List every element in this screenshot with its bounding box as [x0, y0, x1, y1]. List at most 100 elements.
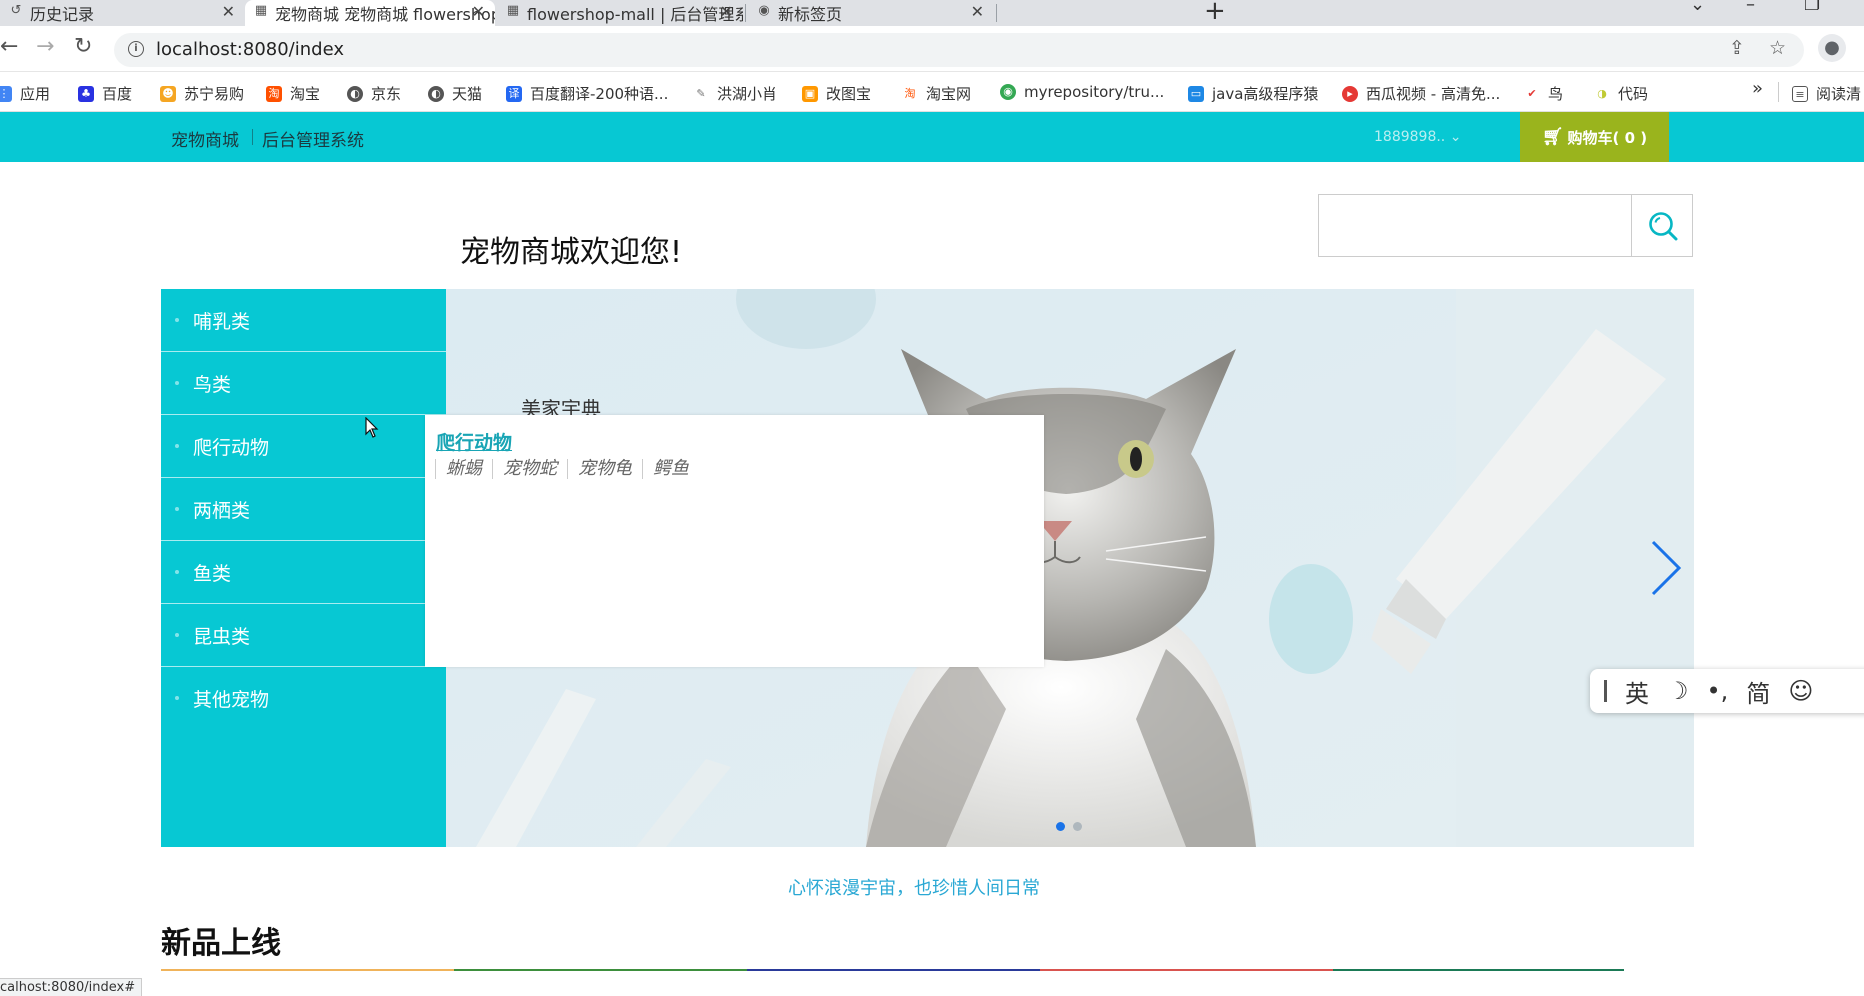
bookmark-label: 百度翻译-200种语... [530, 85, 669, 103]
bookmark-baidu-translate[interactable]: 译百度翻译-200种语... [506, 83, 668, 104]
history-icon: ↺ [10, 3, 22, 18]
reload-icon[interactable]: ↻ [74, 34, 92, 59]
bookmark-honghu[interactable]: ✎ 洪湖小肖 [693, 83, 777, 104]
section-divider-green [454, 969, 747, 971]
bookmark-label: java高级程序猿 [1212, 85, 1319, 103]
bookmark-baidu[interactable]: ♣ 百度 [78, 83, 132, 104]
bookmark-reading-list[interactable]: ≡ 阅读清 [1792, 83, 1861, 104]
bookmark-suning[interactable]: ☻ 苏宁易购 [160, 83, 244, 104]
category-item-amphibians[interactable]: 两栖类 [161, 478, 446, 541]
bookmark-label: 百度 [102, 85, 133, 103]
browser-status-bar: calhost:8080/index# [0, 978, 143, 996]
bookmark-label: myrepository/tru... [1024, 83, 1165, 101]
carousel-indicators [1056, 822, 1082, 831]
close-tab-icon[interactable]: ✕ [472, 2, 485, 21]
welcome-heading: 宠物商城欢迎您! [460, 235, 683, 270]
minimize-icon[interactable]: – [1746, 0, 1755, 15]
category-item-other[interactable]: 其他宠物 [161, 667, 446, 730]
cart-button[interactable]: 🛒︎ 购物车( 0 ) [1520, 112, 1669, 162]
bookmark-taobao-net[interactable]: 淘淘宝网 [902, 83, 971, 104]
bookmark-label: 代码 [1618, 85, 1649, 103]
forward-arrow-icon[interactable]: → [36, 34, 54, 59]
bullet-dot [175, 633, 179, 637]
back-arrow-icon[interactable]: ← [0, 34, 18, 59]
tab-search-icon[interactable]: ⌄ [1690, 0, 1705, 15]
category-item-reptiles[interactable]: 爬行动物 [161, 415, 446, 478]
section-divider-orange [161, 969, 454, 971]
ime-drag-handle[interactable] [1604, 680, 1607, 702]
site-info-icon[interactable]: i [128, 41, 144, 57]
tab-title: flowershop-mall | 后台管理系统 [527, 5, 743, 24]
subcategory-link[interactable]: 鳄鱼 [642, 459, 699, 479]
category-item-insects[interactable]: 昆虫类 [161, 604, 446, 667]
bookmark-star-icon[interactable]: ☆ [1769, 37, 1786, 59]
site-favicon-icon: ▦ [254, 3, 268, 18]
profile-avatar-icon[interactable]: ● [1818, 34, 1846, 62]
close-tab-icon[interactable]: ✕ [971, 2, 984, 21]
bird-icon: ✔ [1524, 85, 1540, 102]
bookmark-xigua[interactable]: ▸ 西瓜视频 - 高清免... [1342, 83, 1500, 104]
subcategory-link[interactable]: 宠物龟 [567, 459, 642, 479]
tab-pet-mall[interactable]: ▦ 宠物商城 宠物商城 flowershop ✕ [245, 0, 495, 26]
category-label: 昆虫类 [193, 626, 251, 648]
leaf-icon: ◑ [1594, 85, 1610, 102]
bookmark-code[interactable]: ◑ 代码 [1594, 83, 1648, 104]
section-title-new-arrivals: 新品上线 [161, 926, 281, 961]
bookmark-gaitubao[interactable]: ▣ 改图宝 [802, 83, 871, 104]
restore-icon[interactable]: ❐ [1804, 0, 1820, 15]
nav-link-pet-mall[interactable]: 宠物商城 [171, 126, 239, 151]
bookmark-java[interactable]: ▭ java高级程序猿 [1188, 83, 1318, 104]
ime-moon-icon[interactable]: ☽ [1667, 677, 1689, 705]
tab-history[interactable]: ↺ 历史记录 ✕ [0, 0, 245, 26]
search-input[interactable] [1319, 195, 1631, 256]
reading-list-icon: ≡ [1792, 85, 1808, 102]
bookmark-label: 京东 [371, 85, 402, 103]
subcategory-link[interactable]: 宠物蛇 [492, 459, 567, 479]
subcategory-link[interactable]: 蜥蜴 [435, 459, 492, 479]
ime-punctuation-icon[interactable]: •, [1707, 677, 1729, 705]
bookmark-bird[interactable]: ✔ 鸟 [1524, 83, 1563, 104]
share-icon[interactable]: ⇪ [1729, 37, 1745, 59]
category-flyout-panel: 爬行动物 蜥蜴 宠物蛇 宠物龟 鳄鱼 [425, 415, 1044, 667]
tab-divider [996, 4, 997, 22]
carousel-next-arrow-icon[interactable] [1649, 539, 1683, 597]
close-tab-icon[interactable]: ✕ [720, 2, 733, 21]
tab-new-tab[interactable]: ◉ 新标签页 ✕ [748, 0, 994, 26]
user-phone: 1889898.. [1374, 129, 1446, 145]
category-label: 爬行动物 [193, 437, 270, 459]
bookmark-label: 淘宝 [290, 85, 321, 103]
bookmark-myrepository[interactable]: ◉ myrepository/tru... [1000, 83, 1164, 101]
ime-simplified-toggle[interactable]: 简 [1746, 674, 1770, 709]
flyout-title-link[interactable]: 爬行动物 [436, 428, 512, 455]
search-button[interactable] [1631, 195, 1693, 256]
translate-icon: 译 [506, 85, 522, 102]
carousel-dot[interactable] [1073, 822, 1082, 831]
category-item-fish[interactable]: 鱼类 [161, 541, 446, 604]
ime-emoji-icon[interactable]: ☺ [1788, 677, 1813, 705]
category-item-mammals[interactable]: 哺乳类 [161, 289, 446, 352]
bullet-dot [175, 696, 179, 700]
section-divider-teal [1333, 969, 1624, 971]
category-label: 两栖类 [193, 500, 251, 522]
carousel-dot-active[interactable] [1056, 822, 1065, 831]
nav-link-admin[interactable]: 后台管理系统 [262, 126, 364, 151]
address-bar[interactable]: i localhost:8080/index ⇪ ☆ [114, 33, 1804, 67]
bullet-dot [175, 444, 179, 448]
bookmark-tmall[interactable]: ◐ 天猫 [428, 83, 482, 104]
chevron-down-icon: ⌄ [1449, 129, 1462, 145]
ime-language-toggle[interactable]: 英 [1625, 674, 1649, 709]
close-tab-icon[interactable]: ✕ [222, 2, 235, 21]
bookmark-taobao[interactable]: 淘淘宝 [266, 83, 320, 104]
chrome-icon: ◉ [758, 3, 770, 18]
taobao-icon: 淘 [266, 85, 282, 102]
more-bookmarks-button[interactable]: » [1752, 78, 1763, 99]
user-account-dropdown[interactable]: 1889898.. ⌄ [1374, 129, 1461, 145]
bookmark-apps[interactable]: ⋮ 应用 [0, 83, 50, 104]
site-favicon-icon: ▦ [506, 3, 520, 18]
bookmark-jd[interactable]: ◐ 京东 [347, 83, 401, 104]
tab-admin[interactable]: ▦ flowershop-mall | 后台管理系统 ✕ [497, 0, 743, 26]
new-tab-button[interactable]: + [1204, 0, 1226, 26]
url-text[interactable]: localhost:8080/index [156, 39, 344, 60]
category-item-birds[interactable]: 鸟类 [161, 352, 446, 415]
bookmark-label: 西瓜视频 - 高清免... [1366, 85, 1501, 103]
